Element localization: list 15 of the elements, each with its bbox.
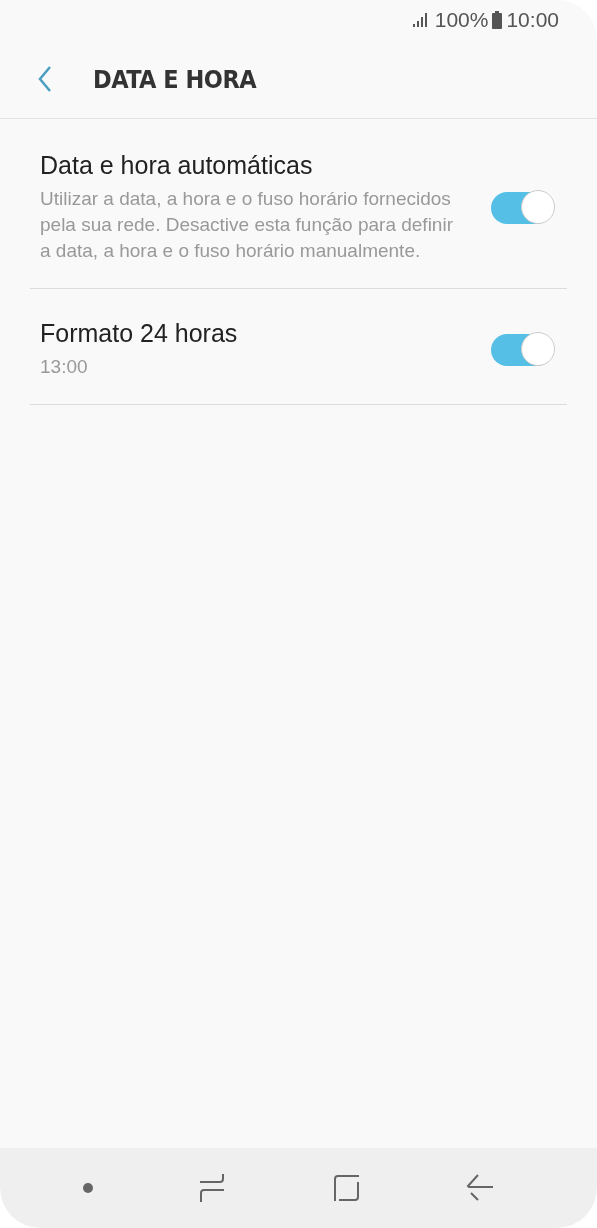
back-icon[interactable] [38, 66, 52, 92]
setting-title: Data e hora automáticas [40, 151, 314, 180]
setting-description: 13:00 [40, 355, 89, 379]
setting-title: Formato 24 horas [40, 319, 239, 348]
recent-apps-icon[interactable] [199, 1173, 226, 1203]
back-arrow-icon[interactable] [465, 1174, 494, 1202]
battery-icon [492, 11, 503, 29]
battery-percent: 100% [434, 8, 489, 32]
toggle-switch[interactable] [491, 191, 553, 224]
status-time: 10:00 [506, 8, 559, 32]
home-icon[interactable] [331, 1174, 360, 1202]
toggle-switch[interactable] [491, 333, 553, 366]
setting-description: Utilizar a data, a hora e o fuso horário fornecidos pela sua rede. Desactive esta função para definir a data, a hora e o fuso horário manualmente. [40, 187, 454, 263]
dot-icon[interactable] [83, 1183, 94, 1193]
page-title: DATA E HORA [93, 64, 257, 94]
